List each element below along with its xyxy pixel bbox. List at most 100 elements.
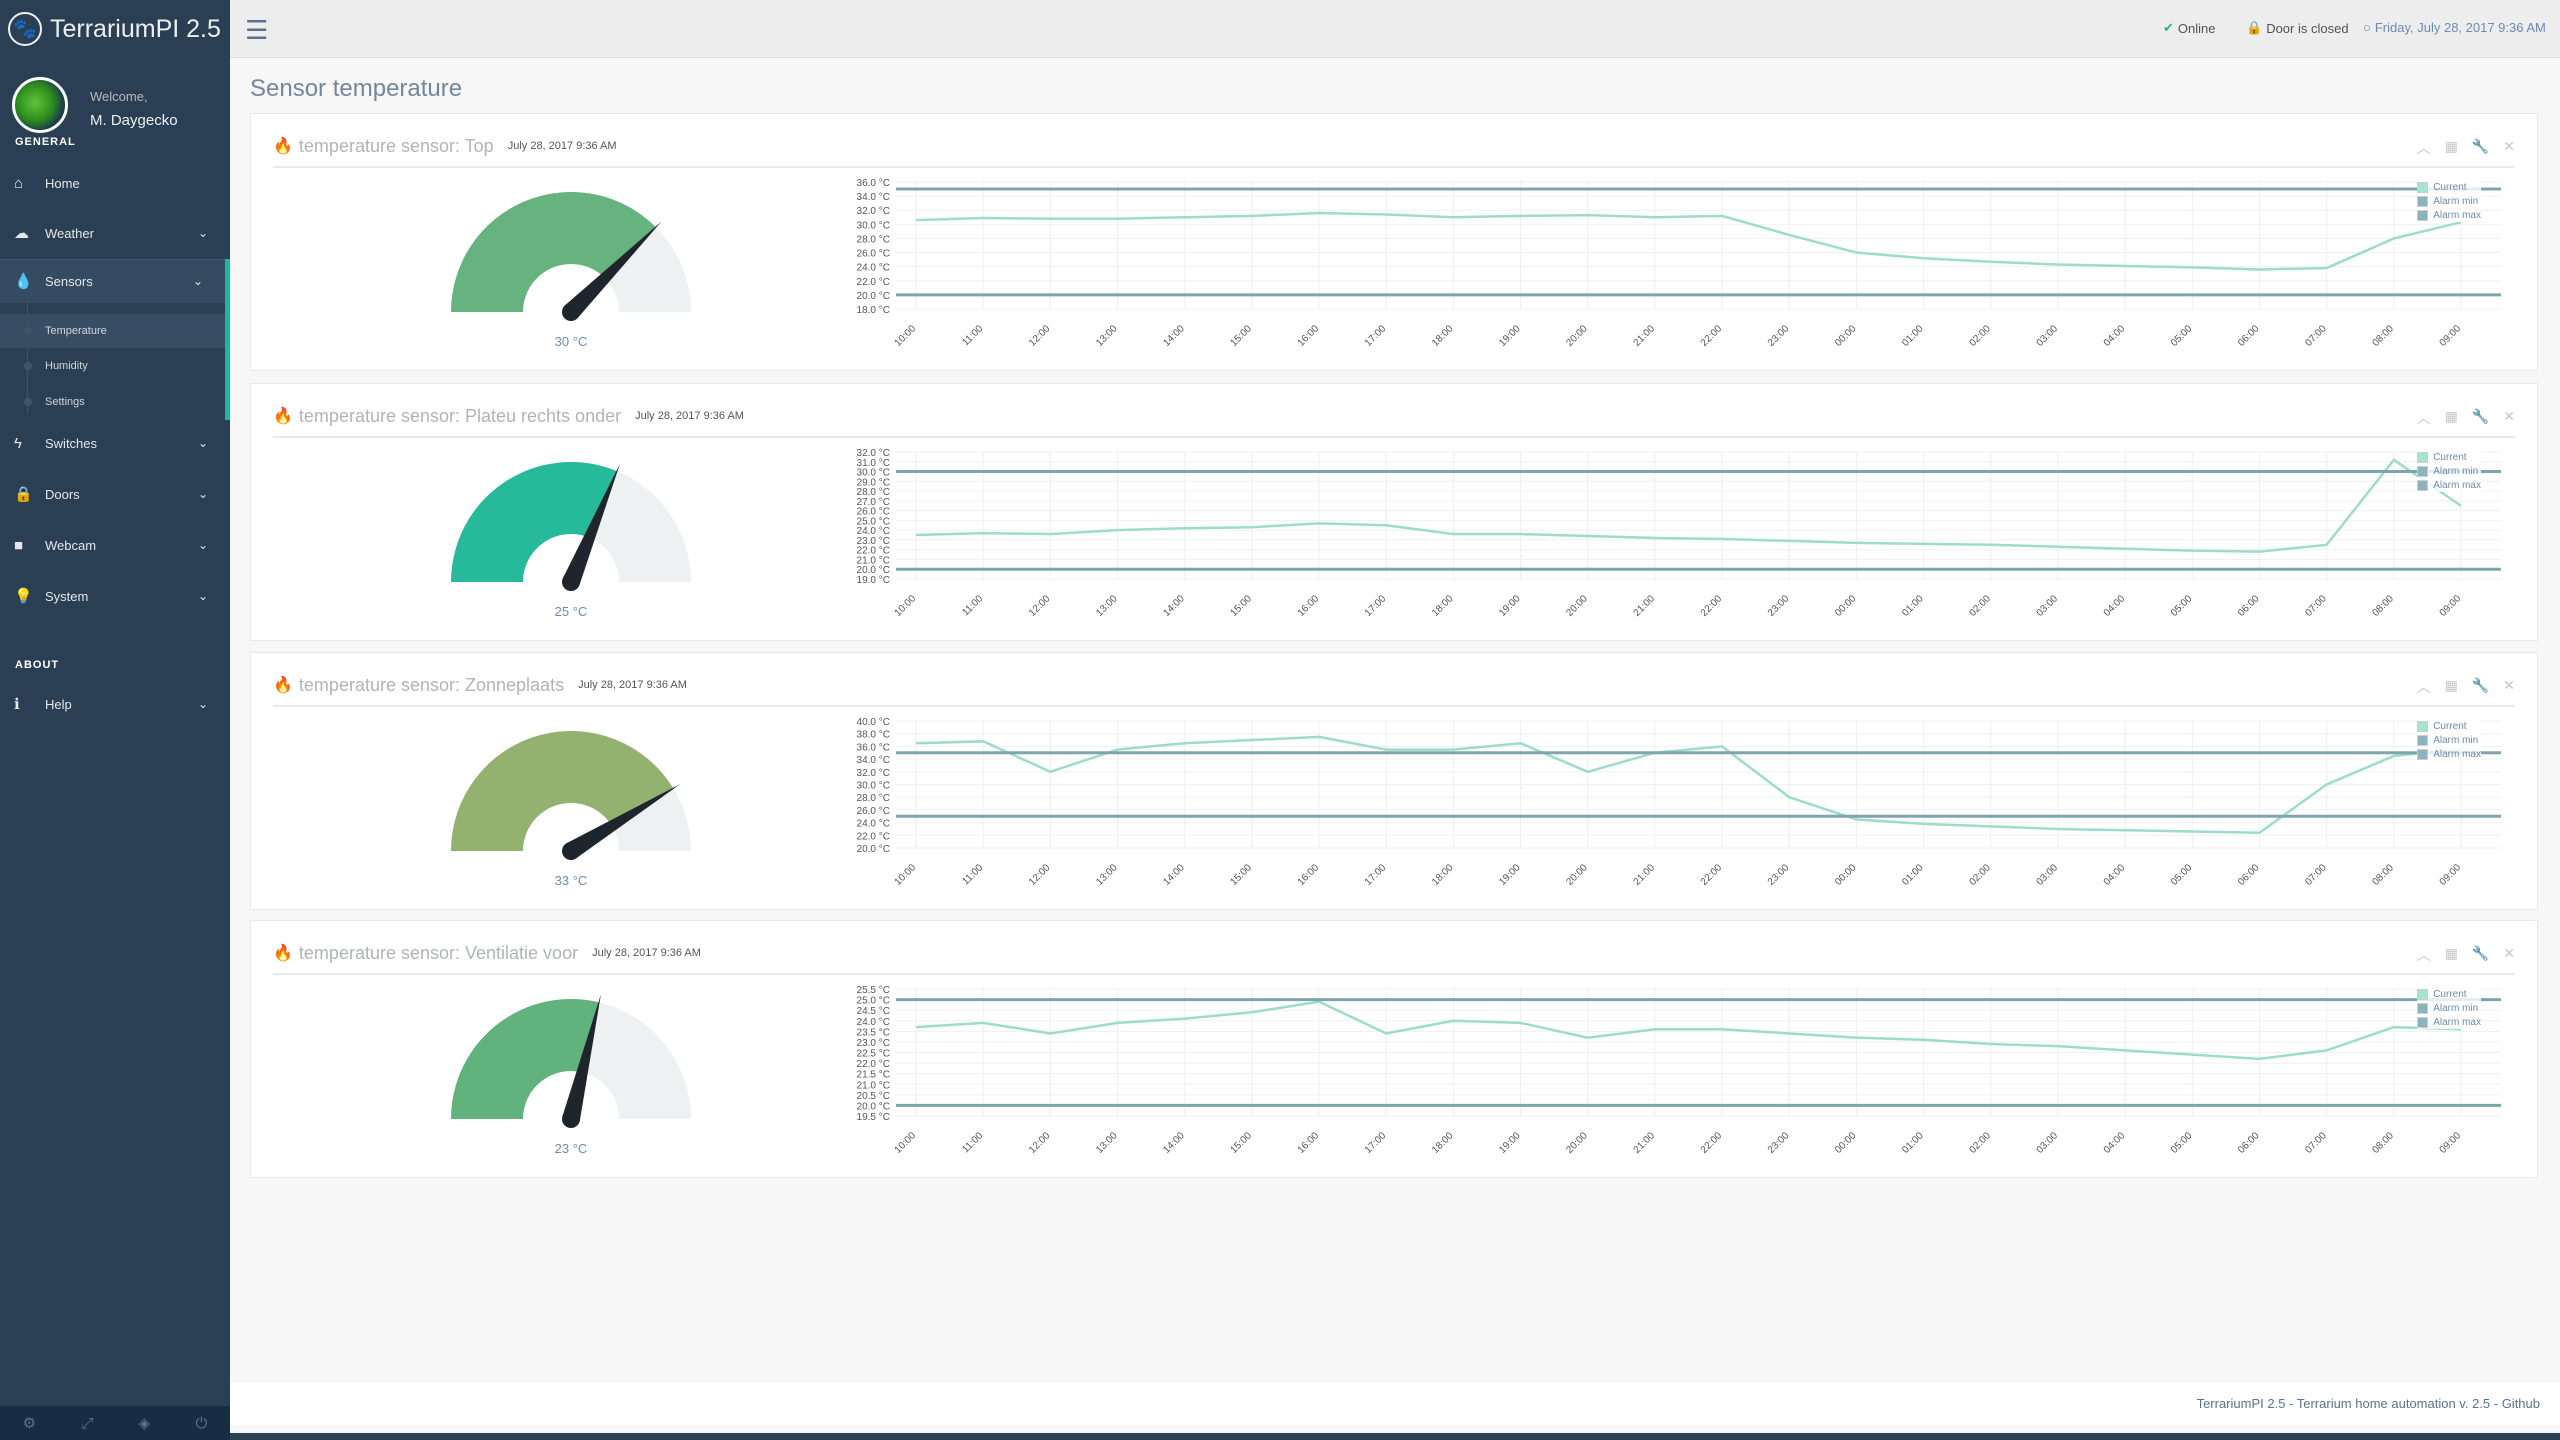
menu-toggle-icon[interactable]: ☰ (245, 15, 268, 46)
x-tick-label: 12:00 (1027, 1130, 1053, 1156)
sidebar-subitem-settings[interactable]: Settings (0, 385, 225, 419)
legend-current[interactable]: Current (2417, 450, 2481, 464)
temperature-chart: 40.0 °C 38.0 °C 36.0 °C 34.0 °C 32.0 °C 30.0 … (821, 713, 2521, 908)
sidebar-item-switches[interactable]: ϟ Switches ⌄ (0, 418, 230, 468)
section-about: ABOUT (15, 659, 60, 671)
legend-current[interactable]: Current (2417, 719, 2481, 733)
x-tick-label: 23:00 (1766, 593, 1792, 619)
temperature-chart: 25.5 °C 25.0 °C 24.5 °C 24.0 °C 23.5 °C 23.0 … (821, 981, 2521, 1176)
eye-slash-icon[interactable]: ◈ (139, 1414, 151, 1432)
close-icon[interactable]: ✕ (2503, 138, 2515, 158)
x-tick-label: 17:00 (1363, 593, 1389, 619)
x-tick-label: 21:00 (1632, 323, 1658, 349)
x-tick-label: 11:00 (960, 862, 985, 887)
legend-current[interactable]: Current (2417, 180, 2481, 194)
collapse-icon[interactable]: ︿ (2417, 945, 2431, 965)
legend-alarm-min[interactable]: Alarm min (2417, 1001, 2481, 1015)
x-tick-label: 03:00 (2035, 1130, 2061, 1156)
collapse-icon[interactable]: ︿ (2417, 138, 2431, 158)
legend-alarm-min[interactable]: Alarm min (2417, 464, 2481, 478)
legend-alarm-max[interactable]: Alarm max (2417, 747, 2481, 761)
close-icon[interactable]: ✕ (2503, 408, 2515, 428)
x-tick-label: 05:00 (2169, 862, 2195, 888)
app-brand[interactable]: 🐾 TerrariumPI 2.5 (8, 8, 221, 50)
y-tick-label: 28.0 °C (857, 234, 890, 245)
sidebar-item-help[interactable]: ℹ Help ⌄ (0, 679, 230, 729)
bullet (24, 362, 32, 370)
home-icon: ⌂ (14, 174, 24, 192)
chart-svg: 25.5 °C25.0 °C24.5 °C24.0 °C23.5 °C23.0 … (857, 985, 2501, 1156)
x-tick-label: 15:00 (1229, 323, 1255, 349)
chart-svg: 36.0 °C 34.0 °C 32.0 °C 30.0 °C 28.0 °C 26.0 … (857, 178, 2501, 349)
x-tick-label: 01:00 (1900, 323, 1926, 349)
temperature-gauge: 33 °C (431, 725, 711, 895)
legend-alarm-max[interactable]: Alarm max (2417, 208, 2481, 222)
sidebar-item-home[interactable]: ⌂ Home (0, 158, 230, 208)
legend-current[interactable]: Current (2417, 987, 2481, 1001)
x-tick-label: 18:00 (1430, 1130, 1456, 1156)
sidebar: 🐾 TerrariumPI 2.5 Welcome, M. Daygecko G… (0, 0, 230, 1440)
chevron-down-icon: ⌄ (197, 487, 208, 501)
x-tick-label: 14:00 (1161, 323, 1187, 349)
y-tick-label: 30.0 °C (857, 220, 890, 231)
calendar-icon[interactable]: ▦ (2445, 408, 2458, 428)
lock-icon: 🔒 (2246, 20, 2263, 35)
close-icon[interactable]: ✕ (2503, 945, 2515, 965)
legend-alarm-max[interactable]: Alarm max (2417, 1015, 2481, 1029)
wrench-icon[interactable]: 🔧 (2472, 945, 2489, 965)
wrench-icon[interactable]: 🔧 (2472, 138, 2489, 158)
y-tick-label: 20.5 °C (857, 1091, 890, 1102)
x-tick-label: 20:00 (1564, 593, 1590, 619)
sensor-panel: 🔥 temperature sensor: Ventilatie voor Ju… (250, 920, 2538, 1178)
fullscreen-icon[interactable]: ⤢ (81, 1415, 93, 1432)
x-tick-label: 10:00 (893, 593, 919, 619)
settings-icon[interactable]: ⚙ (23, 1414, 36, 1432)
y-tick-label: 34.0 °C (857, 192, 890, 203)
close-icon[interactable]: ✕ (2503, 677, 2515, 697)
series-current (915, 211, 2462, 271)
collapse-icon[interactable]: ︿ (2417, 408, 2431, 428)
x-tick-label: 16:00 (1296, 593, 1322, 619)
sidebar-item-weather[interactable]: ☁ Weather ⌄ (0, 208, 230, 258)
x-tick-label: 20:00 (1564, 323, 1590, 349)
power-icon[interactable]: ⏻ (195, 1415, 207, 1432)
gauge-hub (562, 303, 580, 321)
drop-icon: 💧 (14, 273, 33, 290)
x-tick-label: 02:00 (1967, 323, 1993, 349)
video-icon: ■ (14, 536, 24, 554)
sidebar-item-webcam[interactable]: ■ Webcam ⌄ (0, 520, 230, 570)
legend-alarm-min[interactable]: Alarm min (2417, 194, 2481, 208)
wrench-icon[interactable]: 🔧 (2472, 677, 2489, 697)
x-tick-label: 11:00 (960, 593, 985, 618)
sidebar-item-system[interactable]: 💡 System ⌄ (0, 571, 230, 621)
sidebar-item-sensors[interactable]: 💧 Sensors ⌄ (0, 259, 230, 303)
collapse-icon[interactable]: ︿ (2417, 677, 2431, 697)
x-tick-label: 08:00 (2370, 593, 2396, 619)
legend-alarm-max[interactable]: Alarm max (2417, 478, 2481, 492)
calendar-icon[interactable]: ▦ (2445, 138, 2458, 158)
calendar-icon[interactable]: ▦ (2445, 945, 2458, 965)
sidebar-subitem-humidity[interactable]: Humidity (0, 349, 225, 383)
x-tick-label: 17:00 (1363, 323, 1389, 349)
avatar[interactable] (12, 77, 68, 133)
sidebar-subitem-temperature[interactable]: Temperature (0, 314, 225, 348)
x-tick-label: 06:00 (2236, 593, 2262, 619)
x-tick-label: 18:00 (1430, 862, 1456, 888)
x-tick-label: 07:00 (2303, 1130, 2329, 1156)
sidebar-item-doors[interactable]: 🔒 Doors ⌄ (0, 469, 230, 519)
x-tick-label: 04:00 (2102, 862, 2128, 888)
y-tick-label: 26.0 °C (857, 806, 890, 817)
x-tick-label: 11:00 (960, 323, 985, 348)
y-tick-label: 19.5 °C (857, 1112, 890, 1123)
x-tick-label: 23:00 (1766, 862, 1792, 888)
x-tick-label: 04:00 (2102, 323, 2128, 349)
temperature-chart: 36.0 °C 34.0 °C 32.0 °C 30.0 °C 28.0 °C 26.0 … (821, 174, 2521, 369)
y-tick-label: 25.5 °C (857, 985, 890, 996)
wrench-icon[interactable]: 🔧 (2472, 408, 2489, 428)
y-tick-label: 30.0 °C (857, 781, 890, 792)
calendar-icon[interactable]: ▦ (2445, 677, 2458, 697)
x-tick-label: 10:00 (893, 862, 919, 888)
x-tick-label: 22:00 (1699, 862, 1725, 888)
fire-icon: 🔥 (273, 945, 293, 962)
legend-alarm-min[interactable]: Alarm min (2417, 733, 2481, 747)
